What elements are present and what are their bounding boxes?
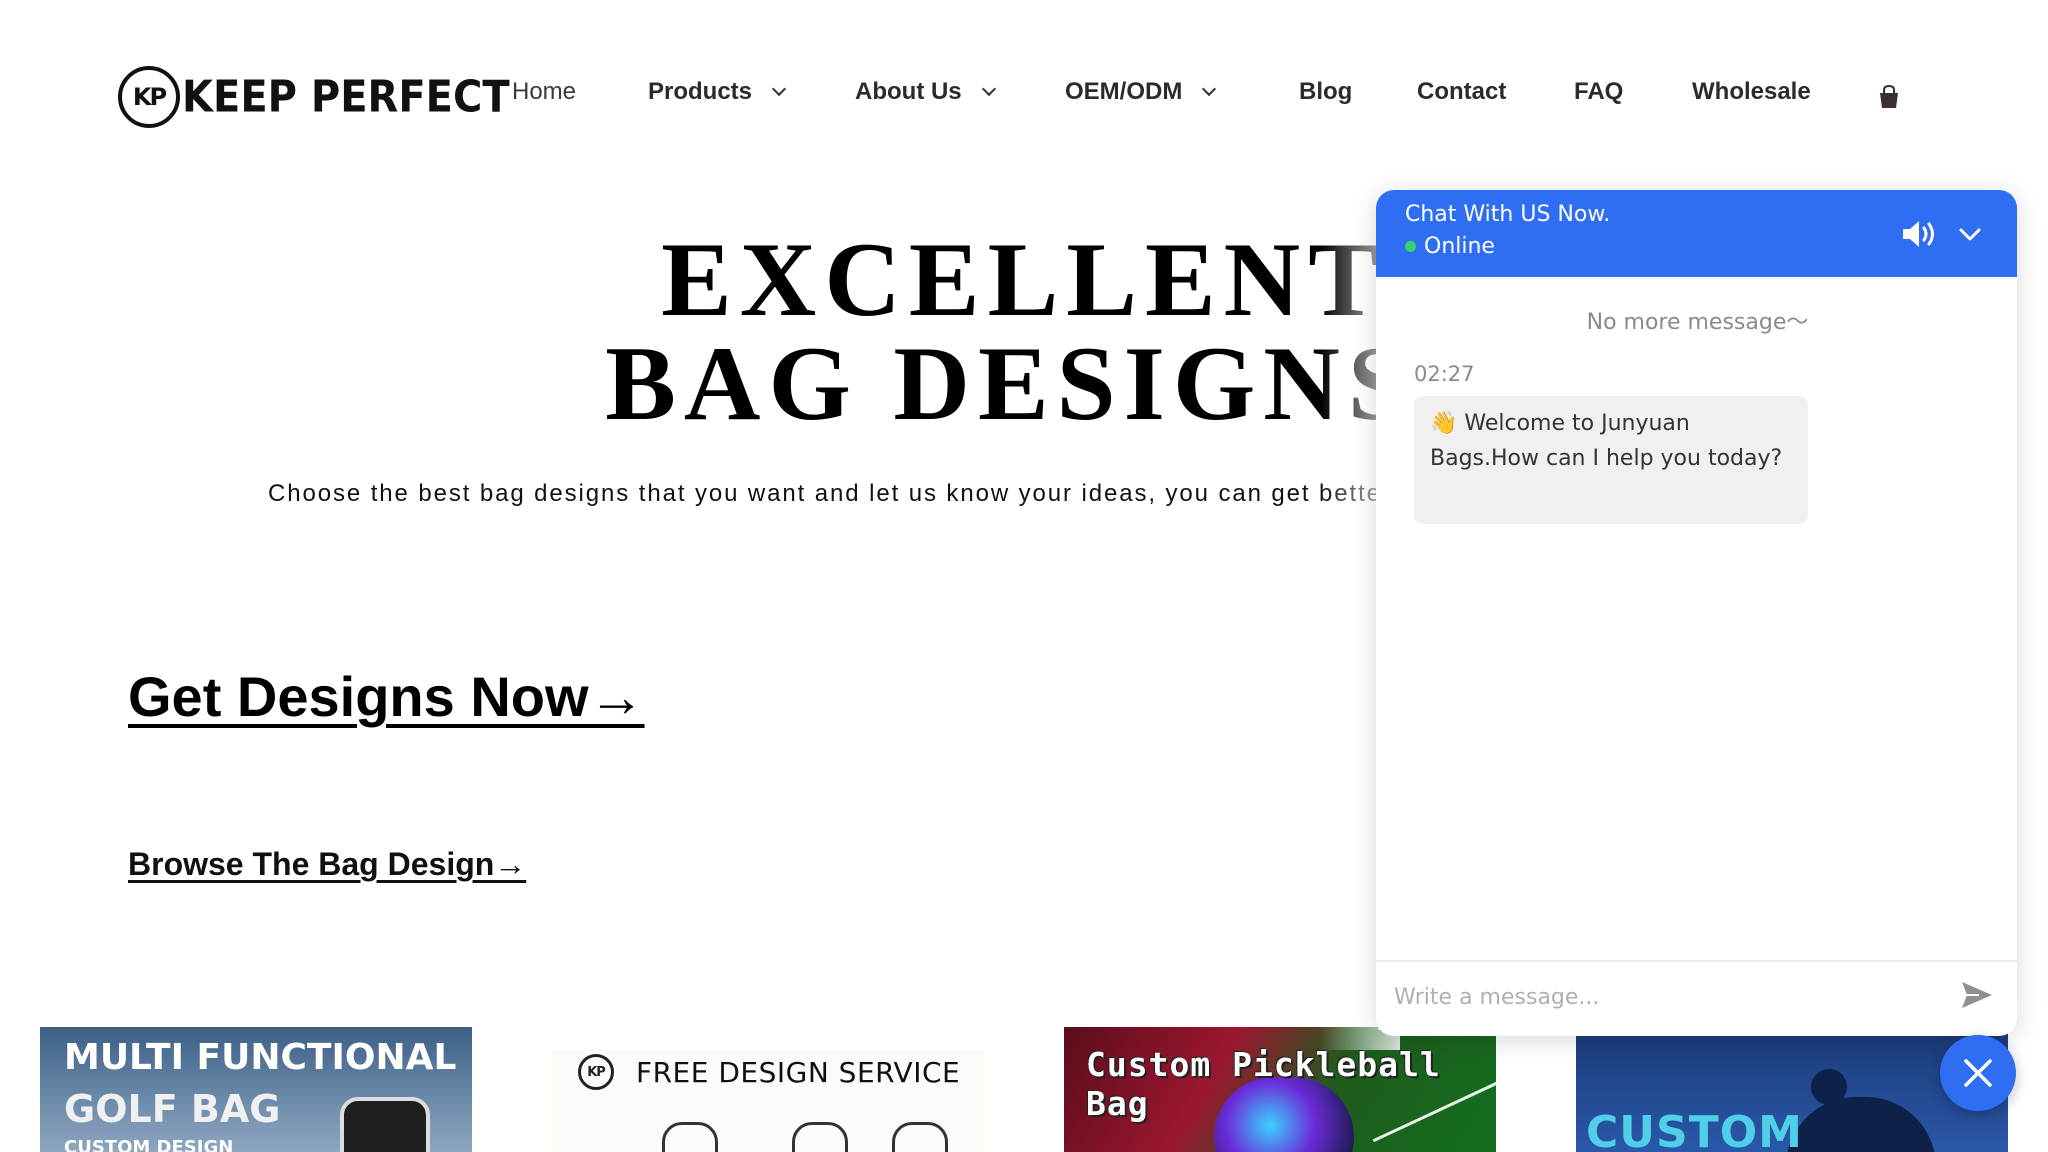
card-title: MULTI FUNCTIONAL xyxy=(64,1037,457,1078)
nav-item-products[interactable]: Products xyxy=(648,78,787,106)
player-silhouette-image xyxy=(1786,1097,1936,1152)
chat-status: Online xyxy=(1405,234,1495,259)
card-title: Custom Pickleball Bag xyxy=(1086,1045,1441,1123)
chevron-down-icon xyxy=(981,81,996,97)
chat-close-button[interactable] xyxy=(1940,1035,2016,1111)
chat-message-input[interactable] xyxy=(1394,972,1934,1022)
bag-sketch-image xyxy=(892,1122,948,1152)
nav-item-contact[interactable]: Contact xyxy=(1417,78,1506,106)
nav-item-faq[interactable]: FAQ xyxy=(1574,78,1623,106)
speaker-icon[interactable] xyxy=(1900,217,1940,251)
golf-bag-image xyxy=(340,1097,430,1152)
browse-bag-design-link[interactable]: Browse The Bag Design→ xyxy=(128,846,526,883)
online-dot-icon xyxy=(1405,241,1416,252)
bag-sketch-image xyxy=(662,1122,718,1152)
nav-item-wholesale[interactable]: Wholesale xyxy=(1692,78,1811,106)
product-card-pickleball-bag[interactable]: Custom Pickleball Bag xyxy=(1064,1027,1496,1152)
shopping-bag-icon[interactable] xyxy=(1876,84,1902,110)
get-designs-link[interactable]: Get Designs Now→ xyxy=(128,664,645,729)
nav-item-oem-odm[interactable]: OEM/ODM xyxy=(1065,78,1217,106)
message-timestamp: 02:27 xyxy=(1414,362,1475,386)
nav-item-home[interactable]: Home xyxy=(512,78,576,106)
card-title: FREE DESIGN SERVICE xyxy=(636,1056,961,1089)
nav-item-about-us[interactable]: About Us xyxy=(855,78,996,106)
card-title: CUSTOM xyxy=(1586,1107,1803,1152)
nav-item-blog[interactable]: Blog xyxy=(1299,78,1352,106)
logo-mark-icon: KP xyxy=(118,66,180,128)
chat-divider xyxy=(1376,960,2017,962)
logo-text: KEEP PERFECT xyxy=(182,71,510,123)
product-card-free-design[interactable]: KP FREE DESIGN SERVICE xyxy=(552,1050,984,1152)
chevron-down-icon xyxy=(1202,81,1217,97)
chevron-down-icon[interactable] xyxy=(1956,220,1984,248)
chat-message-bubble: 👋 Welcome to Junyuan Bags.How can I help… xyxy=(1414,396,1808,524)
product-card-golf-bag[interactable]: MULTI FUNCTIONAL GOLF BAG CUSTOM DESIGN xyxy=(40,1027,472,1152)
card-subtitle: GOLF BAG xyxy=(64,1087,281,1131)
card-caption: CUSTOM DESIGN xyxy=(64,1137,234,1152)
close-icon xyxy=(1964,1059,1992,1087)
chat-title: Chat With US Now. xyxy=(1405,202,1611,227)
logo-mark-icon: KP xyxy=(578,1054,614,1090)
chat-header: Chat With US Now. Online xyxy=(1376,190,2017,277)
bag-sketch-image xyxy=(792,1122,848,1152)
send-icon[interactable] xyxy=(1959,978,1995,1012)
chat-widget: Chat With US Now. Online No more message… xyxy=(1376,190,2017,1036)
chevron-down-icon xyxy=(771,81,787,97)
logo[interactable]: KP KEEP PERFECT xyxy=(118,66,510,128)
no-more-messages: No more message～ xyxy=(1586,310,1809,335)
